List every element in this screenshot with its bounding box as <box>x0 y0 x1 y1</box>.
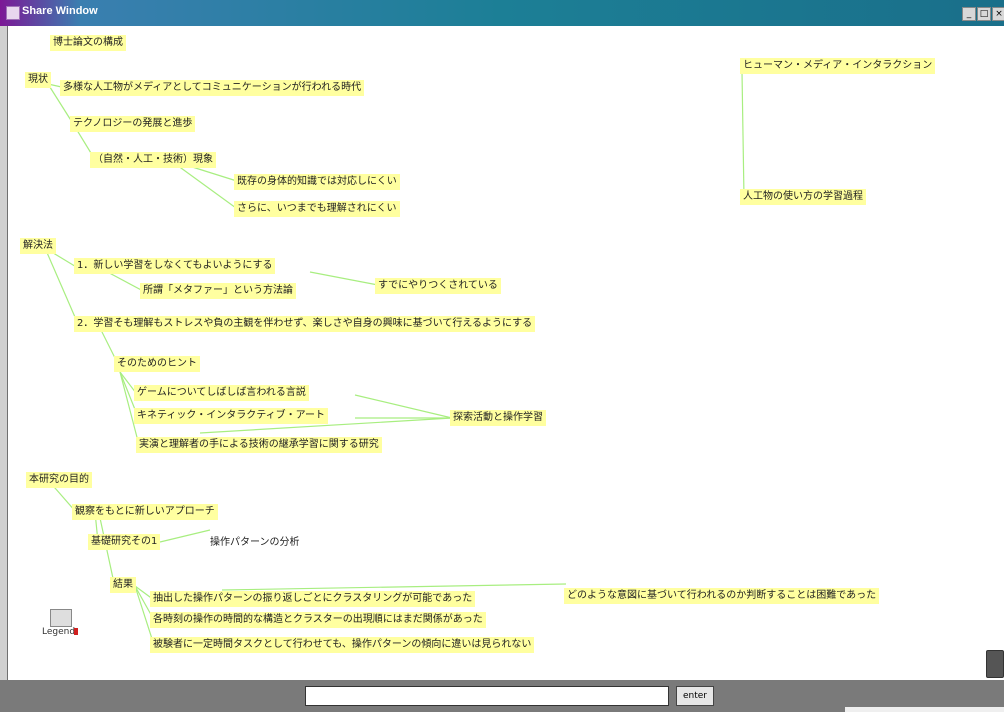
node-human-media-interaction[interactable]: ヒューマン・メディア・インタラクション <box>740 58 936 74</box>
node-media-era[interactable]: 多様な人工物がメディアとしてコミュニケーションが行われる時代 <box>60 80 365 96</box>
node-thesis-structure[interactable]: 博士論文の構成 <box>50 35 126 51</box>
legend-icon[interactable] <box>50 609 72 627</box>
node-already-done[interactable]: すでにやりつくされている <box>375 278 501 294</box>
enter-button[interactable]: enter <box>676 686 714 706</box>
node-research-purpose[interactable]: 本研究の目的 <box>26 472 92 488</box>
node-hard-to-handle[interactable]: 既存の身体的知識では対応しにくい <box>234 174 400 190</box>
node-game-discourse[interactable]: ゲームについてしばしば言われる言説 <box>134 385 309 401</box>
chat-input[interactable] <box>305 686 669 706</box>
node-phenomena[interactable]: （自然・人工・技術）現象 <box>90 152 216 168</box>
node-hard-to-understand[interactable]: さらに、いつまでも理解されにくい <box>234 201 400 217</box>
node-result-clustering[interactable]: 抽出した操作パターンの振り返しごとにクラスタリングが可能であった <box>150 591 476 607</box>
node-kinetic-art[interactable]: キネティック・インタラクティブ・アート <box>134 408 328 424</box>
node-solution-2[interactable]: 2．学習そも理解もストレスや負の主観を伴わせず、楽しさや自身の興味に基づいて行え… <box>74 316 536 332</box>
node-learning-process[interactable]: 人工物の使い方の学習過程 <box>740 189 866 205</box>
node-new-approach[interactable]: 観察をもとに新しいアプローチ <box>72 504 218 520</box>
node-hints[interactable]: そのためのヒント <box>114 356 200 372</box>
node-result-intent[interactable]: どのような意図に基づいて行われるのか判断することは困難であった <box>564 588 880 604</box>
node-result-structure[interactable]: 各時刻の操作の時間的な構造とクラスターの出現順にはまだ関係があった <box>150 612 486 628</box>
legend-label: Legend <box>42 627 76 637</box>
node-skill-transfer-study[interactable]: 実演と理解者の手による技術の継承学習に関する研究 <box>136 437 382 453</box>
node-basic-research-1[interactable]: 基礎研究その1 <box>88 534 161 550</box>
node-solution-1[interactable]: 1．新しい学習をしなくてもよいようにする <box>74 258 276 274</box>
node-solution[interactable]: 解決法 <box>20 238 56 254</box>
node-metaphor[interactable]: 所謂「メタファー」という方法論 <box>140 283 296 299</box>
node-result-tendency[interactable]: 被験者に一定時間タスクとして行わせても、操作パターンの傾向に違いは見られない <box>150 637 535 653</box>
status-strip <box>845 707 1004 712</box>
legend-marker <box>74 628 78 635</box>
node-operation-pattern-analysis[interactable]: 操作パターンの分析 <box>207 535 303 551</box>
trash-icon[interactable] <box>986 650 1004 678</box>
node-technology-progress[interactable]: テクノロジーの発展と進歩 <box>70 116 196 132</box>
node-exploration-learning[interactable]: 探索活動と操作学習 <box>450 410 546 426</box>
node-results[interactable]: 結果 <box>110 577 136 593</box>
node-current-state[interactable]: 現状 <box>25 72 51 88</box>
